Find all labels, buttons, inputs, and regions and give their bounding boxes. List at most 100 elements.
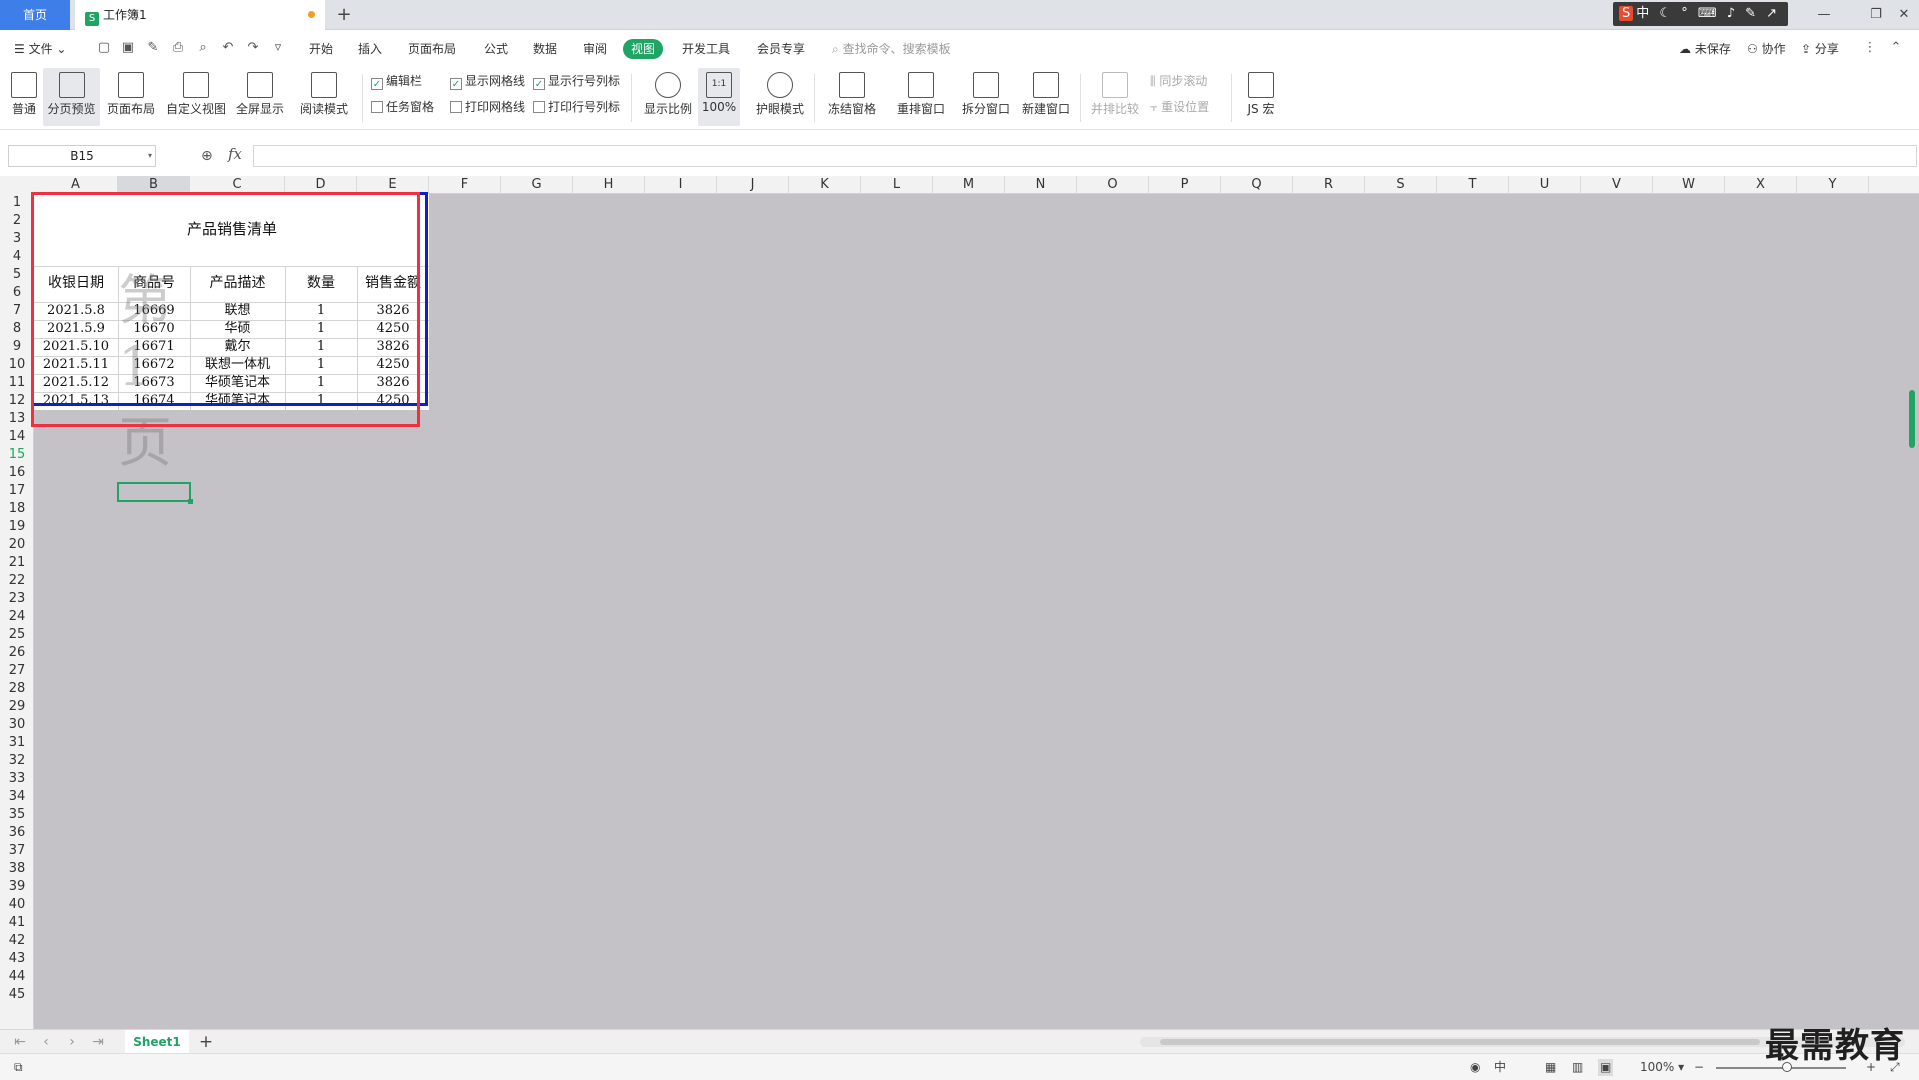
zoom-button[interactable]: 显示比例 [641,68,695,126]
row-header-45[interactable]: 45 [0,986,34,1004]
menu-data[interactable]: 数据 [533,39,557,59]
column-header-o[interactable]: O [1077,176,1149,194]
row-header-31[interactable]: 31 [0,734,34,752]
row-header-10[interactable]: 10 [0,356,34,374]
collapse-ribbon-icon[interactable]: ⌃ [1888,40,1904,56]
zoom-out-icon[interactable]: − [1694,1059,1704,1076]
column-header-i[interactable]: I [645,176,717,194]
add-sheet-button[interactable]: + [196,1030,216,1054]
menu-developer[interactable]: 开发工具 [682,39,730,59]
task-pane-checkbox[interactable]: 任务窗格 [371,98,434,116]
freeze-panes-button[interactable]: 冻结窗格 [822,68,882,126]
row-header-4[interactable]: 4 [0,248,34,266]
row-header-11[interactable]: 11 [0,374,34,392]
home-tab[interactable]: 首页 [0,0,70,30]
horizontal-scroll-thumb[interactable] [1160,1039,1760,1045]
input-language-icon[interactable]: 中 [1494,1059,1506,1076]
sync-scroll-button[interactable]: ⫼ 同步滚动 [1150,72,1207,90]
row-header-35[interactable]: 35 [0,806,34,824]
page-break-view-icon[interactable]: ▣ [1598,1059,1614,1076]
close-icon[interactable]: ✕ [1889,0,1919,30]
row-header-36[interactable]: 36 [0,824,34,842]
custom-view-button[interactable]: 自定义视图 [164,68,228,126]
row-header-28[interactable]: 28 [0,680,34,698]
spreadsheet-grid[interactable]: ABCDEFGHIJKLMNOPQRSTUVWXY 1 2 3 4 5 6 7 8 9 10 11 1… [0,176,1919,1029]
show-headings-checkbox[interactable]: ✓ 显示行号列标 [533,72,620,90]
column-header-x[interactable]: X [1725,176,1797,194]
column-header-j[interactable]: J [717,176,789,194]
side-by-side-button[interactable]: 并排比较 [1088,68,1142,126]
column-header-u[interactable]: U [1509,176,1581,194]
column-header-r[interactable]: R [1293,176,1365,194]
scroll-thumb[interactable] [1909,390,1915,448]
prev-sheet-icon[interactable]: ‹ [36,1033,56,1051]
document-tab[interactable]: S 工作簿1 [75,0,325,30]
column-header-y[interactable]: Y [1797,176,1869,194]
name-box[interactable]: B15 ▾ [8,145,156,167]
row-header-42[interactable]: 42 [0,932,34,950]
print-headings-checkbox[interactable]: 打印行号列标 [533,98,620,116]
column-header-f[interactable]: F [429,176,501,194]
column-header-g[interactable]: G [501,176,573,194]
column-header-m[interactable]: M [933,176,1005,194]
collaborate-button[interactable]: ⚇ 协作 [1747,39,1786,59]
normal-view-icon[interactable]: ▦ [1545,1059,1556,1076]
row-header-41[interactable]: 41 [0,914,34,932]
row-header-44[interactable]: 44 [0,968,34,986]
row-header-15[interactable]: 15 [0,446,34,464]
file-menu[interactable]: ☰ 文件 ⌄ [14,39,66,59]
print-icon[interactable]: ⎙ [170,40,186,56]
reset-position-button[interactable]: ⫟ 重设位置 [1150,98,1209,116]
first-sheet-icon[interactable]: ⇤ [10,1033,30,1051]
zoom-slider[interactable] [1716,1067,1846,1069]
share-button[interactable]: ⇪ 分享 [1801,39,1839,59]
sheet-tab-sheet1[interactable]: Sheet1 [125,1030,189,1054]
row-header-39[interactable]: 39 [0,878,34,896]
customize-toolbar-icon[interactable]: ▿ [270,40,286,56]
print-gridlines-checkbox[interactable]: 打印网格线 [450,98,525,116]
normal-view-button[interactable]: 普通 [6,68,42,126]
row-header-32[interactable]: 32 [0,752,34,770]
row-header-19[interactable]: 19 [0,518,34,536]
print-preview-icon[interactable]: ⌕ [195,40,211,56]
column-header-h[interactable]: H [573,176,645,194]
unsaved-button[interactable]: ☁ 未保存 [1679,39,1731,59]
row-header-3[interactable]: 3 [0,230,34,248]
row-header-33[interactable]: 33 [0,770,34,788]
row-header-17[interactable]: 17 [0,482,34,500]
full-screen-button[interactable]: 全屏显示 [234,68,286,126]
menu-member[interactable]: 会员专享 [757,39,805,59]
more-icon[interactable]: ⋮ [1862,40,1878,56]
row-header-13[interactable]: 13 [0,410,34,428]
row-header-29[interactable]: 29 [0,698,34,716]
row-header-22[interactable]: 22 [0,572,34,590]
row-header-38[interactable]: 38 [0,860,34,878]
new-window-button[interactable]: 新建窗口 [1019,68,1073,126]
ime-toolbar[interactable]: S中 ☾ ° ⌨ ♪ ✎ ↗ ▾ [1613,2,1788,45]
arrange-windows-button[interactable]: 重排窗口 [891,68,951,126]
row-header-37[interactable]: 37 [0,842,34,860]
fx-icon[interactable]: fx [228,145,242,163]
column-header-l[interactable]: L [861,176,933,194]
js-macro-button[interactable]: JS 宏 [1238,68,1284,126]
zoom-100-button[interactable]: 1:1 100% [698,68,740,126]
redo-icon[interactable]: ↷ [245,40,261,56]
column-header-w[interactable]: W [1653,176,1725,194]
column-header-s[interactable]: S [1365,176,1437,194]
row-header-20[interactable]: 20 [0,536,34,554]
column-header-p[interactable]: P [1149,176,1221,194]
row-header-5[interactable]: 5 [0,266,34,284]
row-header-23[interactable]: 23 [0,590,34,608]
macro-record-icon[interactable]: ⧉ [14,1059,23,1076]
next-sheet-icon[interactable]: › [62,1033,82,1051]
split-window-button[interactable]: 拆分窗口 [960,68,1012,126]
restore-icon[interactable]: ❐ [1861,0,1891,30]
page-layout-view-button[interactable]: 页面布局 [105,68,157,126]
new-tab-button[interactable]: + [332,0,356,30]
row-header-24[interactable]: 24 [0,608,34,626]
menu-review[interactable]: 审阅 [583,39,607,59]
column-header-v[interactable]: V [1581,176,1653,194]
row-header-34[interactable]: 34 [0,788,34,806]
row-header-9[interactable]: 9 [0,338,34,356]
row-header-27[interactable]: 27 [0,662,34,680]
